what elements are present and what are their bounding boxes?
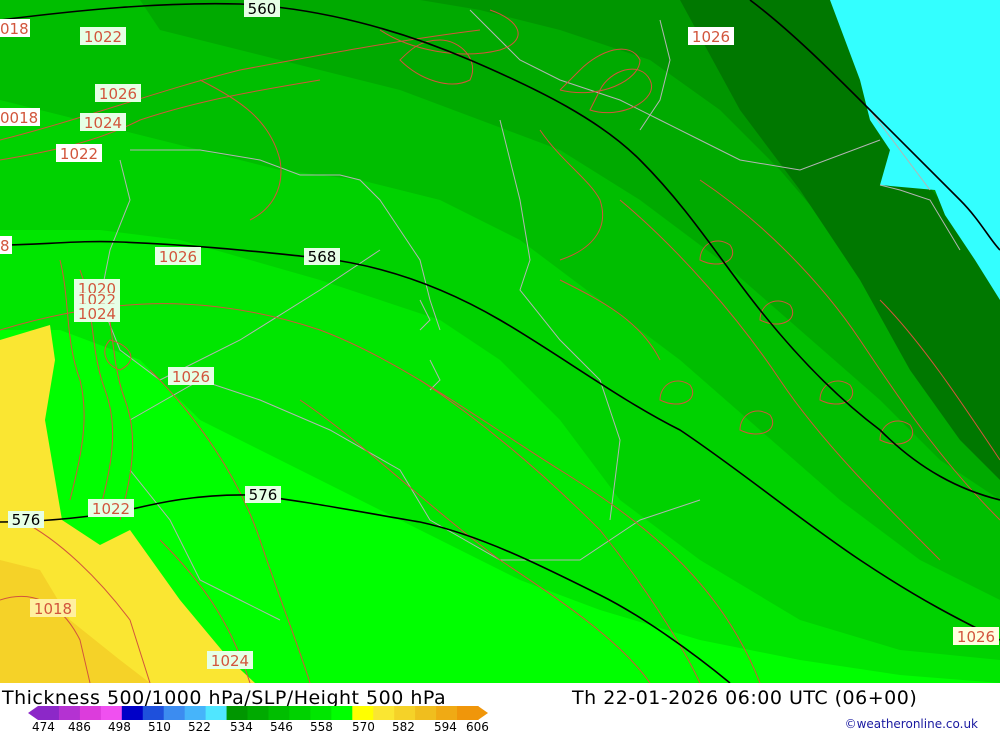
isobar-label: 1022 xyxy=(92,500,130,518)
scale-swatch xyxy=(163,706,186,720)
map-footer: Thickness 500/1000 hPa/SLP/Height 500 hP… xyxy=(0,683,1000,734)
scale-tick-label: 486 xyxy=(68,720,91,734)
color-scale xyxy=(28,706,488,720)
height-label: 568 xyxy=(308,248,337,266)
height-label: 576 xyxy=(12,511,41,529)
scale-swatch xyxy=(373,706,395,720)
isobar-label: 1026 xyxy=(172,368,210,386)
scale-tick-label: 558 xyxy=(310,720,333,734)
height-label: 560 xyxy=(248,0,277,18)
scale-swatch xyxy=(352,706,374,720)
scale-arrow-right xyxy=(478,706,488,720)
isobar-label: 0018 xyxy=(0,109,38,127)
scale-swatch xyxy=(247,706,269,720)
isobar-label: 8 xyxy=(0,237,10,255)
scale-tick-label: 510 xyxy=(148,720,171,734)
isobar-label: 1024 xyxy=(84,114,122,132)
scale-swatch xyxy=(457,706,479,720)
scale-swatch xyxy=(58,706,81,720)
scale-swatch xyxy=(205,706,228,720)
scale-swatch xyxy=(79,706,102,720)
scale-tick-label: 570 xyxy=(352,720,375,734)
scale-tick-label: 534 xyxy=(230,720,253,734)
scale-swatch xyxy=(415,706,437,720)
scale-tick-label: 606 xyxy=(466,720,489,734)
scale-tick-label: 546 xyxy=(270,720,293,734)
scale-swatch xyxy=(38,706,60,720)
scale-tick-label: 498 xyxy=(108,720,131,734)
scale-swatch xyxy=(289,706,311,720)
height-label: 576 xyxy=(249,486,278,504)
credit-link[interactable]: ©weatheronline.co.uk xyxy=(845,717,978,731)
scale-swatch xyxy=(100,706,123,720)
isobar-label: 018 xyxy=(0,20,29,38)
isobar-label: 1026 xyxy=(957,628,995,646)
scale-swatch xyxy=(184,706,207,720)
isobar-label: 1026 xyxy=(159,248,197,266)
isobar-label: 1022 xyxy=(84,28,122,46)
scale-arrow-left xyxy=(28,706,38,720)
scale-tick-label: 522 xyxy=(188,720,211,734)
isobar-label: 1024 xyxy=(78,305,116,323)
isobar-label: 1024 xyxy=(211,652,249,670)
scale-swatch xyxy=(394,706,416,720)
isobar-label: 1022 xyxy=(60,145,98,163)
isobar-label: 1018 xyxy=(34,600,72,618)
scale-tick-label: 594 xyxy=(434,720,457,734)
scale-swatch xyxy=(436,706,458,720)
scale-swatch xyxy=(268,706,290,720)
isobar-label: 1026 xyxy=(99,85,137,103)
scale-ticks: 474 486 498 510 522 534 546 558 570 582 594 606 xyxy=(0,720,520,734)
scale-swatch xyxy=(121,706,144,720)
scale-swatch xyxy=(226,706,249,720)
map-datetime: Th 22-01-2026 06:00 UTC (06+00) xyxy=(572,687,918,709)
scale-swatch xyxy=(331,706,353,720)
scale-tick-label: 582 xyxy=(392,720,415,734)
weather-map: 1022 1026 1026 1024 1022 1026 1020 1022 … xyxy=(0,0,1000,683)
scale-swatch xyxy=(310,706,332,720)
scale-swatch xyxy=(142,706,165,720)
isobar-label: 1026 xyxy=(692,28,730,46)
scale-tick-label: 474 xyxy=(32,720,55,734)
